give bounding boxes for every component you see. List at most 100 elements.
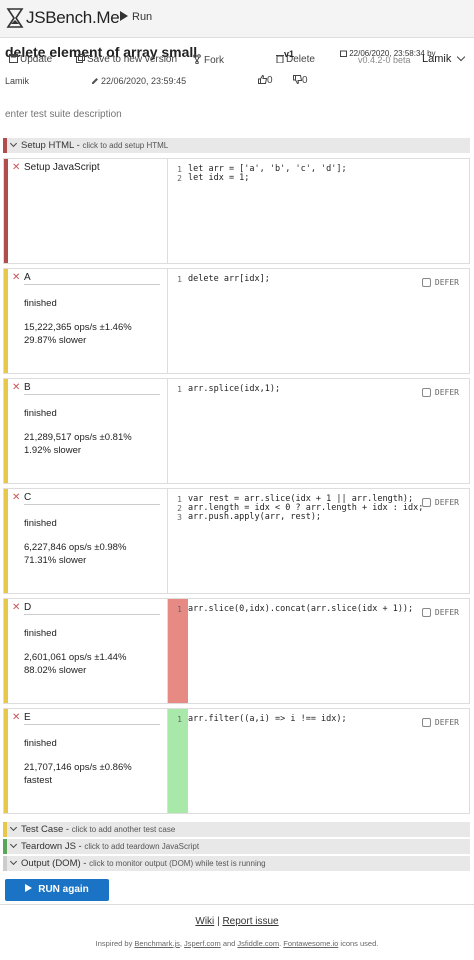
credit-benchmarkjs-link[interactable]: Benchmark.js (134, 939, 179, 948)
code-line: arr.filter((a,i) => i !== idx); (188, 714, 347, 724)
test-case-relative: 29.87% slower (24, 335, 87, 346)
line-number: 2 (177, 504, 182, 513)
fork-icon (193, 54, 201, 65)
jsbench-logo-icon (6, 8, 24, 28)
test-case-name[interactable]: C (24, 492, 31, 503)
teardown-hint: click to add teardown JavaScript (84, 842, 200, 851)
line-number: 1 (177, 605, 182, 614)
line-number: 1 (177, 715, 182, 724)
update-button[interactable]: Update (9, 54, 52, 65)
result-indicator-strip (168, 709, 188, 813)
author-name[interactable]: Lamik (5, 76, 29, 86)
delete-button[interactable]: Delete (276, 54, 315, 65)
credits: Inspired by Benchmark.js, Jsperf.com and… (95, 939, 379, 948)
test-case-editor[interactable]: 1 var rest = arr.slice(idx + 1 || arr.len… (168, 489, 469, 593)
output-bar[interactable]: Output (DOM) - click to monitor output (… (3, 856, 470, 871)
version-tag[interactable]: v1 (284, 49, 294, 59)
update-label: Update (20, 54, 53, 65)
test-case-name[interactable]: E (24, 712, 31, 723)
credits-suffix: icons used. (340, 939, 379, 948)
test-case-hint: click to add another test case (71, 825, 176, 834)
line-number: 1 (177, 165, 182, 174)
close-icon[interactable]: ✕ (12, 492, 20, 503)
test-case-panel: ✕ D finished 2,601,061 ops/s ±1.44% 88.0… (3, 598, 470, 704)
brand-name[interactable]: JSBench.Me (26, 8, 120, 28)
name-underline (24, 394, 160, 395)
report-issue-link[interactable]: Report issue (222, 916, 278, 927)
teardown-bar[interactable]: Teardown JS - click to add teardown Java… (3, 839, 470, 854)
test-case-relative: 1.92% slower (24, 445, 82, 456)
credits-prefix: Inspired by (95, 939, 133, 948)
defer-label: DEFER (434, 278, 459, 287)
save-icon (9, 54, 18, 63)
fork-button[interactable]: Fork (193, 54, 224, 66)
test-case-name[interactable]: B (24, 382, 31, 393)
test-case-ops: 21,707,146 ops/s ±0.86% (24, 762, 132, 773)
defer-checkbox[interactable] (422, 278, 431, 287)
code-line: arr.push.apply(arr, rest); (188, 512, 322, 522)
test-case-editor[interactable]: 1 arr.filter((a,i) => i !== idx); DEFER (168, 709, 469, 813)
test-case-panel: ✕ B finished 21,289,517 ops/s ±0.81% 1.9… (3, 378, 470, 484)
result-indicator-strip (168, 599, 188, 703)
defer-checkbox[interactable] (422, 608, 431, 617)
defer-label: DEFER (434, 718, 459, 727)
test-case-relative: fastest (24, 775, 52, 786)
test-case-editor[interactable]: 1 arr.splice(idx,1); DEFER (168, 379, 469, 483)
defer-checkbox[interactable] (422, 498, 431, 507)
wiki-link[interactable]: Wiki (195, 916, 214, 927)
output-label: Output (DOM) (21, 858, 81, 869)
footer-divider (0, 904, 474, 905)
run-again-button[interactable]: RUN again (5, 879, 109, 901)
edited-date: 22/06/2020, 23:59:45 (91, 76, 186, 86)
like-count: 0 (267, 75, 273, 86)
test-case-name[interactable]: D (24, 602, 31, 613)
close-icon[interactable]: ✕ (12, 382, 20, 393)
save-new-version-button[interactable]: Save to new version (76, 54, 177, 65)
test-case-relative: 88.02% slower (24, 665, 87, 676)
test-case-ops: 2,601,061 ops/s ±1.44% (24, 652, 127, 663)
credit-jsfiddle-link[interactable]: Jsfiddle.com (237, 939, 279, 948)
close-icon[interactable]: ✕ (12, 712, 20, 723)
run-link[interactable]: Run (120, 11, 152, 23)
app-version: v0.4.2-0 beta (358, 55, 411, 65)
chevron-down-icon (9, 840, 18, 849)
name-underline (24, 284, 160, 285)
test-case-left: ✕ C finished 6,227,846 ops/s ±0.98% 71.3… (4, 489, 168, 593)
close-icon[interactable]: ✕ (12, 162, 20, 173)
user-menu[interactable]: Lamik (422, 52, 469, 65)
edited-date-text: 22/06/2020, 23:59:45 (101, 76, 187, 86)
setup-js-editor[interactable]: 1 2 let arr = ['a', 'b', 'c', 'd']; let … (168, 159, 469, 263)
test-case-bar[interactable]: Test Case - click to add another test ca… (3, 822, 470, 837)
test-case-editor[interactable]: 1 arr.slice(0,idx).concat(arr.slice(idx +… (168, 599, 469, 703)
output-hint: click to monitor output (DOM) while test… (89, 859, 266, 868)
defer-label: DEFER (434, 498, 459, 507)
run-again-label: RUN again (38, 884, 89, 895)
name-underline (24, 724, 160, 725)
close-icon[interactable]: ✕ (12, 602, 20, 613)
setup-js-left: ✕ Setup JavaScript (4, 159, 168, 263)
defer-checkbox[interactable] (422, 388, 431, 397)
test-case-left: ✕ D finished 2,601,061 ops/s ±1.44% 88.0… (4, 599, 168, 703)
like-button[interactable]: 0 (258, 74, 273, 86)
test-case-status: finished (24, 408, 57, 419)
setup-html-bar[interactable]: Setup HTML - click to add setup HTML (3, 138, 470, 153)
test-case-panel: ✕ A finished 15,222,365 ops/s ±1.46% 29.… (3, 268, 470, 374)
line-number: 1 (177, 495, 182, 504)
test-case-name[interactable]: A (24, 272, 31, 283)
test-case-panel: ✕ E finished 21,707,146 ops/s ±0.86% fas… (3, 708, 470, 814)
test-case-relative: 71.31% slower (24, 555, 87, 566)
defer-label: DEFER (434, 388, 459, 397)
test-case-editor[interactable]: 1 delete arr[idx]; DEFER (168, 269, 469, 373)
code-line: delete arr[idx]; (188, 274, 270, 284)
dislike-button[interactable]: 0 (293, 75, 308, 86)
name-underline (24, 614, 160, 615)
setup-js-label: Setup JavaScript (24, 162, 100, 173)
credit-fontawesome-link[interactable]: Fontawesome.io (283, 939, 338, 948)
user-name: Lamik (422, 53, 452, 65)
close-icon[interactable]: ✕ (12, 272, 20, 283)
credit-jsperf-link[interactable]: Jsperf.com (184, 939, 221, 948)
suite-description-input[interactable] (4, 99, 470, 135)
footer-links: Wiki | Report issue (0, 916, 474, 927)
defer-checkbox[interactable] (422, 718, 431, 727)
code-line: arr.splice(idx,1); (188, 384, 281, 394)
